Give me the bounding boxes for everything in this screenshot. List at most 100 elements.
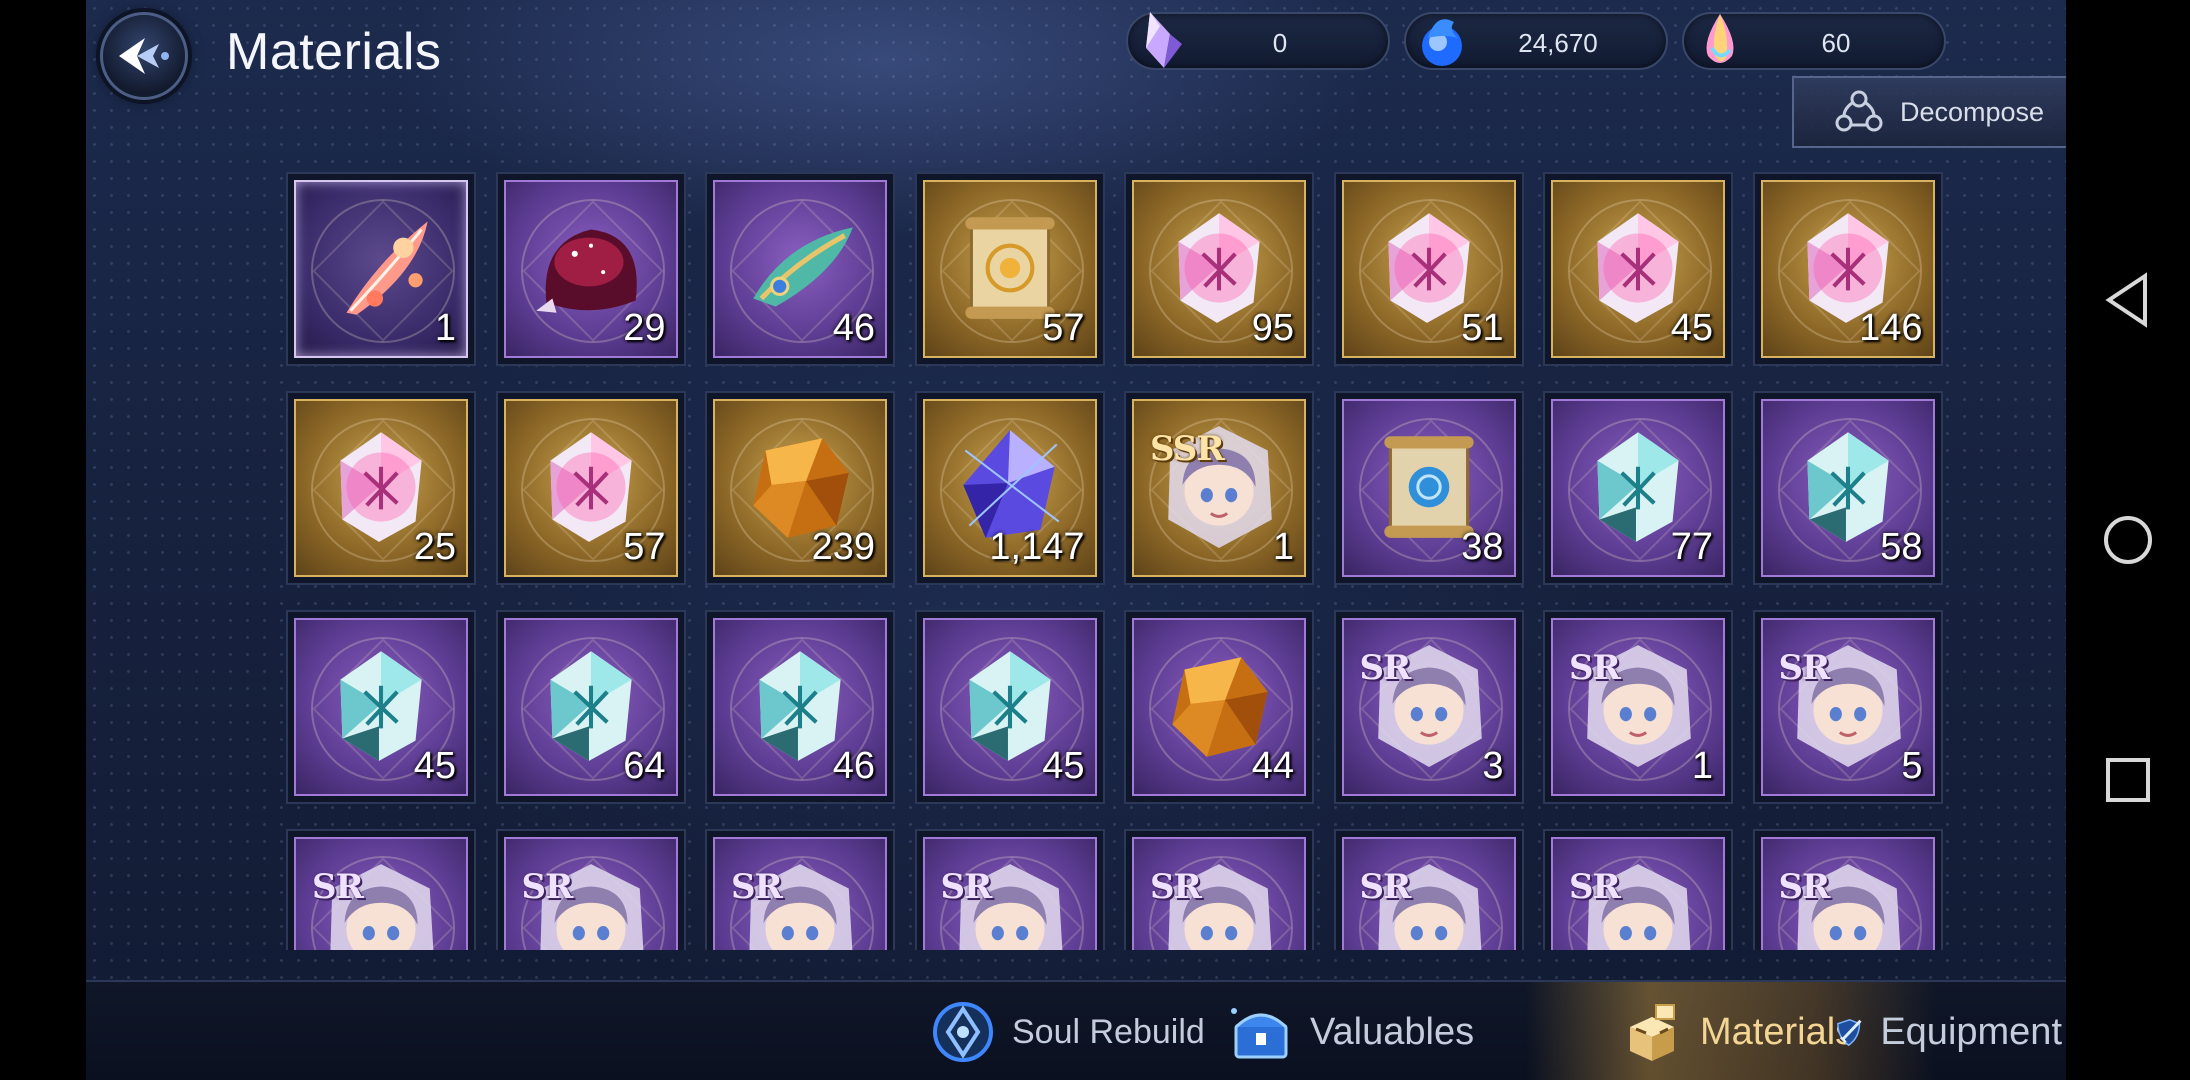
item-quantity: 1 xyxy=(1272,526,1294,568)
decompose-button[interactable]: Decompose xyxy=(1792,76,2066,148)
tab-soul-rebuild-label: Soul Rebuild xyxy=(1012,1012,1205,1051)
item-frame: 51 xyxy=(1341,180,1516,358)
item-slot[interactable]: 46 xyxy=(705,172,895,366)
currency-crystal-value: 0 xyxy=(1272,28,1288,58)
nav-recents-icon[interactable] xyxy=(2104,756,2152,804)
item-slot[interactable]: SR xyxy=(495,829,686,950)
item-quantity: 1 xyxy=(1691,745,1713,787)
rarity-badge: SR xyxy=(521,867,574,907)
item-slot[interactable]: 45 xyxy=(914,610,1105,804)
item-frame: SR xyxy=(1551,837,1725,950)
item-slot[interactable]: 64 xyxy=(495,610,686,804)
rarity-badge: SR xyxy=(1359,867,1412,907)
item-slot[interactable]: 146 xyxy=(1752,172,1943,366)
item-frame: SR xyxy=(1760,837,1935,950)
item-slot[interactable]: 1 xyxy=(286,172,476,366)
item-frame: SR 5 xyxy=(1760,618,1935,796)
item-quantity: 77 xyxy=(1670,526,1713,568)
item-frame: 77 xyxy=(1551,399,1725,577)
item-quantity: 3 xyxy=(1482,745,1504,787)
item-slot[interactable]: 44 xyxy=(1124,610,1314,804)
item-quantity: 25 xyxy=(413,526,456,568)
item-frame: 146 xyxy=(1760,180,1935,358)
rarity-badge: SR xyxy=(731,867,783,907)
item-quantity: 95 xyxy=(1251,307,1294,349)
rainbow-gem-icon xyxy=(1706,14,1734,63)
item-slot[interactable]: SR 1 xyxy=(1543,610,1733,804)
item-slot[interactable]: 77 xyxy=(1543,391,1733,585)
rarity-badge: SR xyxy=(940,867,993,907)
item-slot[interactable]: SR 3 xyxy=(1333,610,1524,804)
item-frame: 29 xyxy=(503,180,678,358)
item-frame: 57 xyxy=(922,180,1097,358)
item-frame: 57 xyxy=(503,399,678,577)
item-slot[interactable]: SR 5 xyxy=(1752,610,1943,804)
item-slot[interactable]: 45 xyxy=(286,610,476,804)
item-slot[interactable]: SR xyxy=(1333,829,1524,950)
item-frame: 1,147 xyxy=(922,399,1097,577)
rarity-badge: SR xyxy=(1359,648,1412,688)
item-frame: SR xyxy=(1341,837,1516,950)
item-frame: 58 xyxy=(1760,399,1935,577)
item-slot[interactable]: SSR 1 xyxy=(1124,391,1314,585)
back-arrow-icon xyxy=(119,38,169,74)
tab-valuables[interactable]: Valuables xyxy=(1226,982,1556,1080)
tab-equipment-label: Equipment xyxy=(1880,1010,2062,1053)
item-slot[interactable]: 46 xyxy=(705,610,895,804)
item-slot[interactable]: SR xyxy=(1124,829,1314,950)
rarity-badge: SSR xyxy=(1150,429,1225,469)
soul-crest-icon xyxy=(933,1002,993,1062)
item-quantity: 45 xyxy=(413,745,456,787)
item-slot[interactable]: 51 xyxy=(1333,172,1524,366)
nav-home-icon[interactable] xyxy=(2102,514,2154,566)
item-quantity: 29 xyxy=(623,307,666,349)
item-slot[interactable]: 58 xyxy=(1752,391,1943,585)
nav-back-icon[interactable] xyxy=(2103,272,2153,328)
item-slot[interactable]: SR xyxy=(914,829,1105,950)
item-frame: 239 xyxy=(713,399,887,577)
item-slot[interactable]: SR xyxy=(1543,829,1733,950)
item-slot[interactable]: 57 xyxy=(914,172,1105,366)
decompose-label: Decompose xyxy=(1900,96,2045,127)
item-grid: 1 29 46 57 95 51 45 146 25 57 239 1,147 SSR 1 38 77 58 45… xyxy=(286,172,1943,950)
item-slot[interactable]: 38 xyxy=(1333,391,1524,585)
rarity-badge: SR xyxy=(1569,648,1621,688)
rarity-badge: SR xyxy=(1569,867,1621,907)
tab-soul-rebuild[interactable]: Soul Rebuild xyxy=(928,982,1238,1080)
item-slot[interactable]: SR xyxy=(1752,829,1943,950)
tab-equipment[interactable]: Equipment xyxy=(1832,982,2062,1080)
item-frame: 45 xyxy=(294,618,468,796)
item-slot[interactable]: 45 xyxy=(1543,172,1733,366)
item-quantity: 57 xyxy=(623,526,666,568)
item-quantity: 45 xyxy=(1670,307,1713,349)
item-slot[interactable]: 95 xyxy=(1124,172,1314,366)
currency-blue-flame[interactable]: 24,670 xyxy=(1404,12,1668,70)
item-quantity: 1,147 xyxy=(989,526,1085,568)
currency-rainbow-gem[interactable]: 60 xyxy=(1682,12,1946,70)
left-black-bar xyxy=(0,0,86,1080)
currency-blue-flame-value: 24,670 xyxy=(1518,28,1598,58)
item-slot[interactable]: 25 xyxy=(286,391,476,585)
item-frame: SSR 1 xyxy=(1132,399,1306,577)
item-frame: 46 xyxy=(713,618,887,796)
item-slot[interactable]: 29 xyxy=(495,172,686,366)
rarity-badge: SR xyxy=(1778,867,1831,907)
item-frame: 38 xyxy=(1341,399,1516,577)
item-slot[interactable]: 239 xyxy=(705,391,895,585)
item-slot[interactable]: SR xyxy=(705,829,895,950)
item-quantity: 45 xyxy=(1042,745,1085,787)
item-quantity: 57 xyxy=(1042,307,1085,349)
back-button[interactable] xyxy=(100,12,188,100)
phoenix-feather-icon xyxy=(346,221,428,315)
item-quantity: 1 xyxy=(434,307,456,349)
item-frame: 1 xyxy=(294,180,468,358)
rarity-badge: SR xyxy=(1150,867,1202,907)
item-frame: 44 xyxy=(1132,618,1306,796)
item-slot[interactable]: 57 xyxy=(495,391,686,585)
item-slot[interactable]: SR xyxy=(286,829,476,950)
decompose-icon xyxy=(1835,90,1883,132)
currency-crystal[interactable]: 0 xyxy=(1126,12,1390,70)
item-quantity: 46 xyxy=(832,745,875,787)
item-frame: 64 xyxy=(503,618,678,796)
item-slot[interactable]: 1,147 xyxy=(914,391,1105,585)
